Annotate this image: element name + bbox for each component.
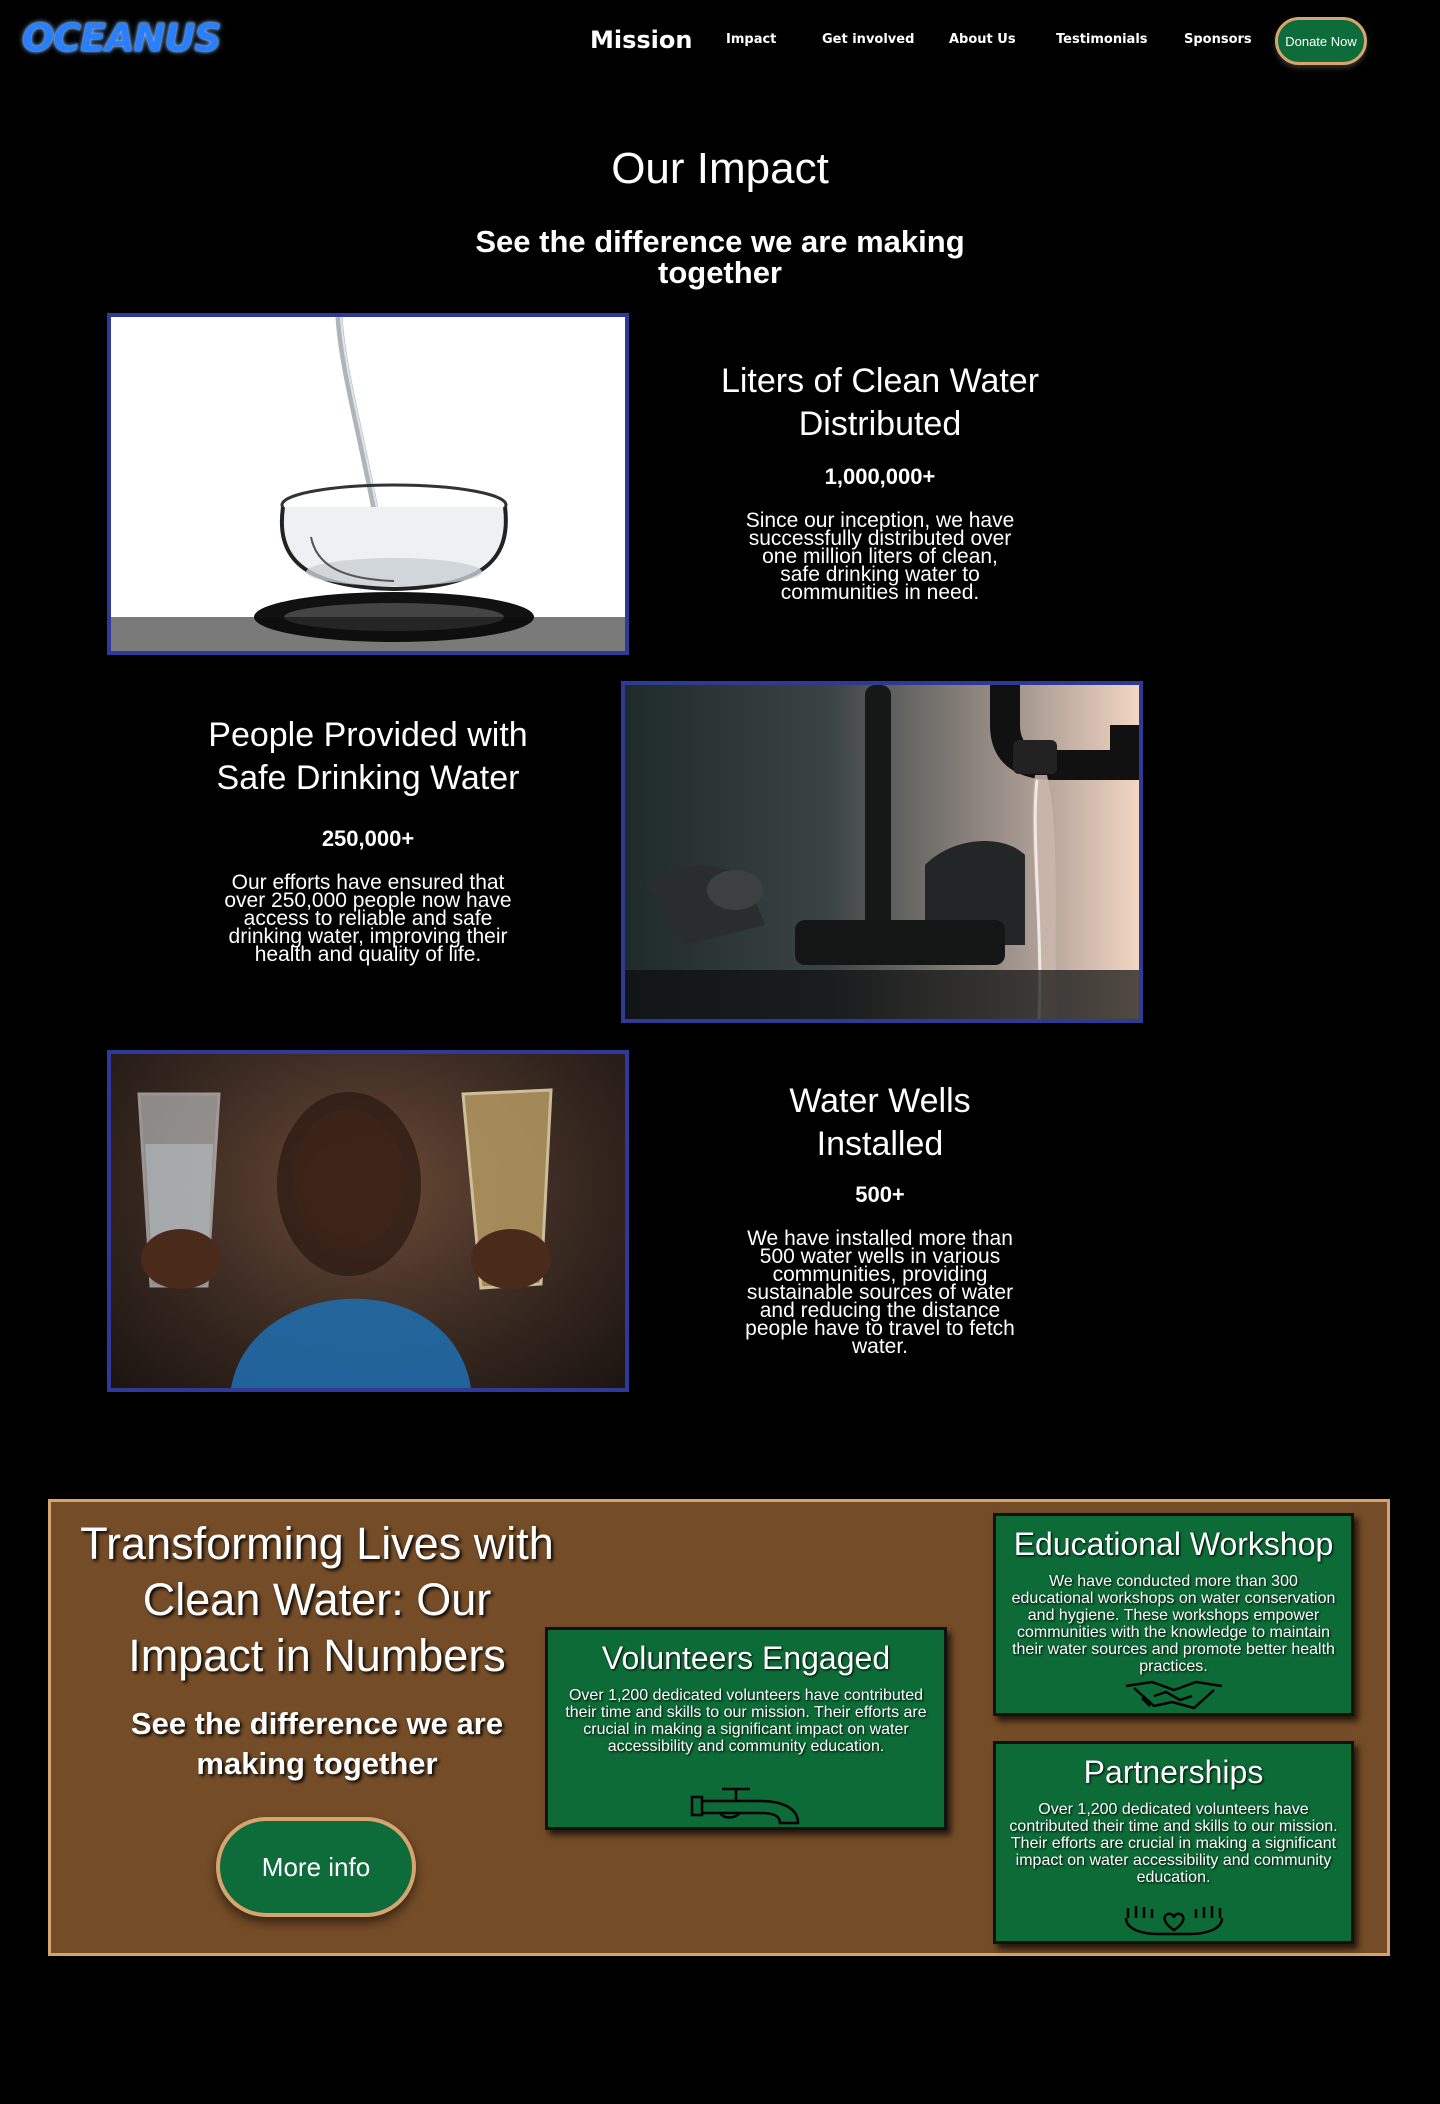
card-partnerships-title: Partnerships [1083,1754,1264,1790]
stat-wells-description: We have installed more than 500 water we… [745,1227,1015,1358]
card-partnerships-description: Over 1,200 dedicated volunteers have con… [1009,1801,1338,1886]
card-partnerships: Partnerships Over 1,200 dedicated volunt… [993,1741,1354,1944]
card-volunteers-title: Volunteers Engaged [601,1640,891,1676]
faucet-icon [690,1787,800,1825]
card-volunteers-description: Over 1,200 dedicated volunteers have con… [565,1687,927,1755]
nav-link-mission[interactable]: Mission [590,26,692,54]
water-pouring-glass-image [107,313,629,655]
impact-subtitle: See the difference we are making togethe… [475,224,965,290]
card-workshop-title: Educational Workshop [1013,1526,1334,1562]
more-info-button[interactable]: More info [216,1817,416,1917]
nav-link-get-involved[interactable]: Get involved [822,32,914,47]
stat-people: People Provided with Safe Drinking Water… [190,714,546,966]
nav-link-impact[interactable]: Impact [726,32,776,47]
nav-link-testimonials[interactable]: Testimonials [1056,32,1148,47]
stat-wells: Water Wells Installed 500+ We have insta… [704,1080,1056,1358]
faucet-running-image [621,681,1143,1023]
stat-liters-number: 1,000,000+ [824,464,936,489]
heart-hands-icon [1124,1906,1223,1936]
card-workshop-description: We have conducted more than 300 educatio… [1011,1573,1336,1675]
child-holding-glasses-image [107,1050,629,1392]
stat-wells-title: Water Wells Installed [789,1082,971,1163]
impact-title: Our Impact [611,144,829,193]
stat-liters: Liters of Clean Water Distributed 1,000,… [704,360,1056,604]
stat-people-number: 250,000+ [321,826,415,851]
stat-liters-title: Liters of Clean Water Distributed [720,362,1040,443]
page: OCEANUS Mission Impact Get involved Abou… [0,0,1440,2104]
numbers-subtitle: See the difference we are making togethe… [130,1706,504,1781]
stat-wells-number: 500+ [855,1182,905,1207]
stat-people-title: People Provided with Safe Drinking Water [208,716,528,797]
nav-link-about-us[interactable]: About Us [949,32,1016,47]
handshake-icon [1125,1680,1222,1710]
stat-people-description: Our efforts have ensured that over 250,0… [224,871,512,966]
nav-link-sponsors[interactable]: Sponsors [1184,32,1252,47]
logo[interactable]: OCEANUS [22,16,222,60]
stat-liters-description: Since our inception, we have successfull… [745,509,1015,604]
card-workshop: Educational Workshop We have conducted m… [993,1513,1354,1716]
card-volunteers: Volunteers Engaged Over 1,200 dedicated … [545,1627,947,1830]
numbers-title: Transforming Lives with Clean Water: Our… [80,1518,554,1681]
donate-button[interactable]: Donate Now [1275,17,1367,65]
